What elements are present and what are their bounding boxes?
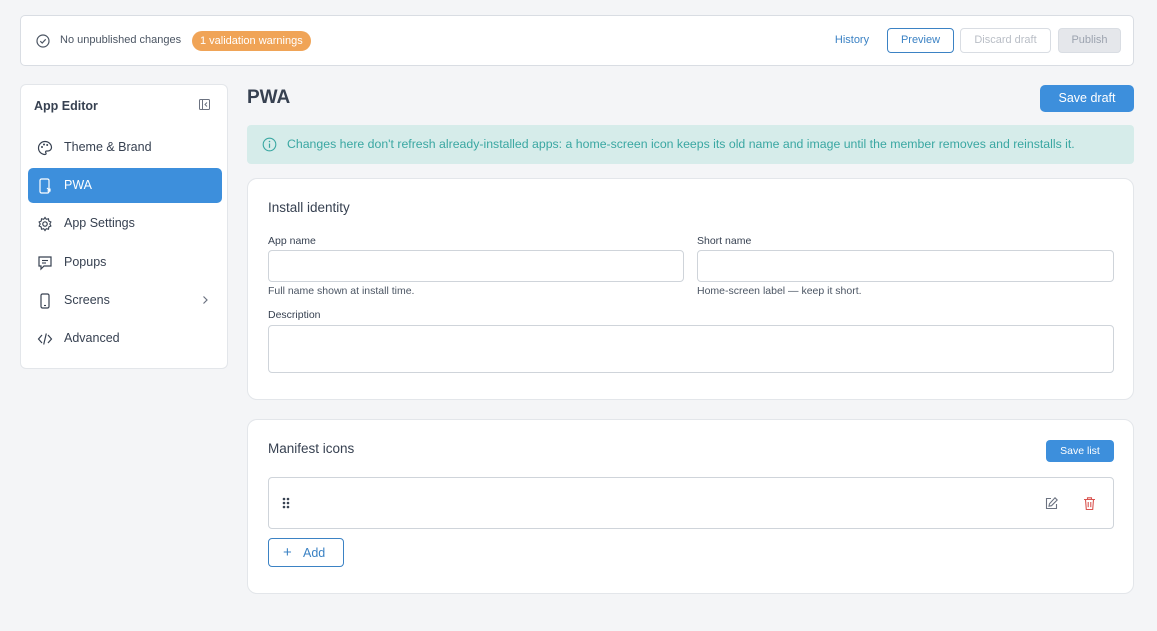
add-button-label: Add [303,546,326,560]
install-identity-card: Install identity App name Full name show… [247,178,1134,400]
sidebar-item-label: Theme & Brand [64,140,152,154]
sidebar-item-screens[interactable]: Screens [28,283,222,318]
editor-sidebar: App Editor Theme & Brand PWA App Setting… [20,84,228,369]
info-icon [262,137,277,152]
phone-install-icon [39,178,51,194]
popup-message-icon [38,256,52,271]
sidebar-item-label: Advanced [64,331,120,345]
status-bar: No unpublished changes 1 validation warn… [20,15,1134,66]
app-name-help: Full name shown at install time. [268,285,415,297]
save-draft-button[interactable]: Save draft [1040,85,1134,112]
sidebar-title: App Editor [34,99,98,113]
sidebar-item-label: Screens [64,293,110,307]
history-button[interactable]: History [833,28,871,53]
manifest-icons-title: Manifest icons [268,441,355,456]
sidebar-item-popups[interactable]: Popups [28,245,222,280]
validation-warning-badge[interactable]: 1 validation warnings [192,31,311,51]
install-identity-title: Install identity [268,200,350,215]
preview-button[interactable]: Preview [887,28,954,53]
sidebar-item-advanced[interactable]: Advanced [28,321,222,356]
short-name-label: Short name [697,235,752,247]
description-label: Description [268,309,321,321]
sidebar-item-pwa[interactable]: PWA [28,168,222,203]
list-item [268,477,1114,529]
check-circle-icon [36,34,50,48]
code-icon [37,333,53,345]
page-title: PWA [247,87,291,108]
sidebar-item-app-settings[interactable]: App Settings [28,206,222,241]
short-name-help: Home-screen label — keep it short. [697,285,862,297]
sidebar-item-label: PWA [64,178,93,192]
publish-status-text: No unpublished changes [60,34,182,46]
publish-button[interactable]: Publish [1058,28,1121,53]
sidebar-item-label: App Settings [64,216,135,230]
description-textarea[interactable] [268,325,1114,373]
app-name-input[interactable] [268,250,684,282]
drag-handle-icon[interactable] [281,496,291,510]
trash-icon[interactable] [1082,496,1097,511]
save-list-button[interactable]: Save list [1046,440,1114,462]
phone-icon [40,293,50,309]
sidebar-item-label: Popups [64,255,107,269]
info-banner-text: Changes here don't refresh already-insta… [287,137,1075,151]
gear-icon [38,216,52,232]
edit-icon[interactable] [1044,496,1059,511]
palette-icon [37,140,53,156]
app-name-label: App name [268,235,316,247]
collapse-sidebar-icon[interactable] [199,99,210,110]
info-banner: Changes here don't refresh already-insta… [247,125,1134,164]
chevron-right-icon [203,296,208,304]
short-name-input[interactable] [697,250,1114,282]
sidebar-item-theme-brand[interactable]: Theme & Brand [28,130,222,165]
plus-icon: + [283,544,292,561]
discard-draft-button[interactable]: Discard draft [960,28,1051,53]
add-icon-button[interactable]: + Add [268,538,344,567]
manifest-icons-card: Manifest icons Save list + Add [247,419,1134,594]
